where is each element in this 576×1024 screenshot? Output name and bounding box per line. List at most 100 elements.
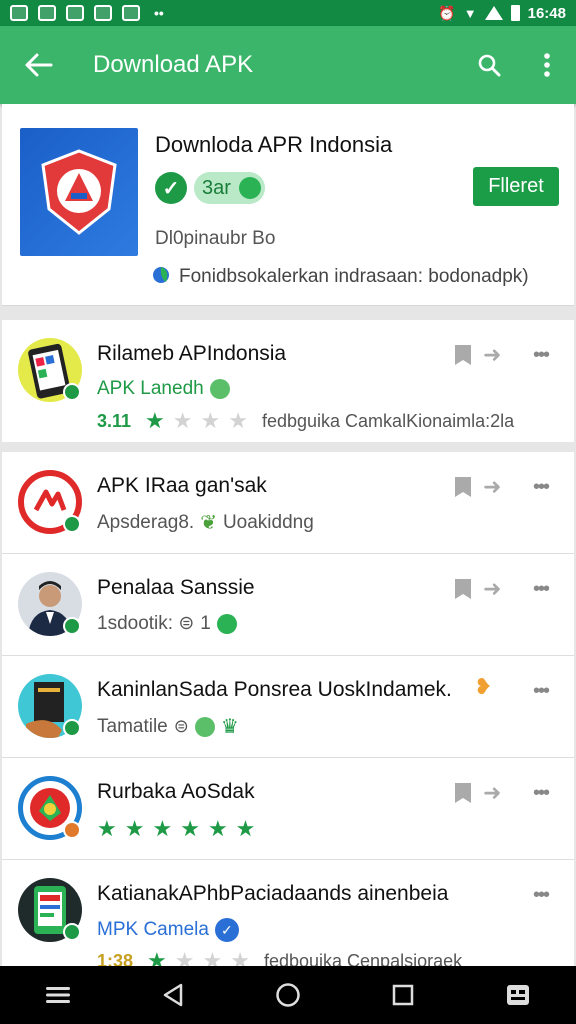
notification-icon xyxy=(122,5,140,21)
list-item[interactable]: APK IRaa gan'sak Apsderag8. ❦ Uoakiddng … xyxy=(2,452,574,554)
nav-extra-button[interactable] xyxy=(488,966,548,1024)
pill-label: 3ar xyxy=(202,176,231,199)
item-secondary-text: 1 xyxy=(200,612,211,634)
nav-home-button[interactable] xyxy=(258,966,318,1024)
star-icon: ★ xyxy=(202,948,223,966)
item-rating-row: 1:38 ★ ★ ★ ★ fedbouika Cenpalsioraek xyxy=(97,948,462,966)
pill-dot-icon xyxy=(238,177,261,199)
notification-icon xyxy=(66,5,84,21)
bookmark-icon[interactable] xyxy=(455,477,471,497)
content-scroll[interactable]: Downloda APR Indonsia ✓ 3ar Flleret Dl0p… xyxy=(0,104,576,966)
search-icon xyxy=(478,54,501,77)
star-icon: ★ xyxy=(145,408,165,433)
star-rating: ★ ★ ★ ★ xyxy=(145,408,248,434)
verified-icon xyxy=(209,379,230,399)
recents-square-icon xyxy=(392,984,414,1006)
featured-description: Fonidbsokalerkan indrasaan: bodonadpk) xyxy=(179,266,529,287)
star-icon: ★ xyxy=(180,816,200,841)
more-horiz-icon[interactable]: ••• xyxy=(533,782,550,805)
notification-icon xyxy=(94,5,112,21)
list-item[interactable]: Penalaa Sanssie 1sdootik: ⊜ 1 ➜ ••• xyxy=(2,554,574,656)
item-rating-row: 3.11 ★ ★ ★ ★ fedbguika CamkalKionaimla:2… xyxy=(97,408,514,434)
featured-app-icon xyxy=(20,128,138,256)
list-item[interactable]: Rurbaka AoSdak ★ ★ ★ ★ ★ ★ ➜ ••• xyxy=(2,758,574,860)
badge-icon xyxy=(63,383,81,401)
search-button[interactable] xyxy=(460,26,518,104)
list-item[interactable]: Rilameb APIndonsia APK Lanedh 3.11 ★ ★ ★… xyxy=(2,320,574,442)
circle-icon: ⊜ xyxy=(173,716,189,736)
notification-icon xyxy=(10,5,28,21)
badge-icon xyxy=(63,719,81,737)
install-button[interactable]: Flleret xyxy=(473,167,559,206)
nav-back-button[interactable] xyxy=(143,966,203,1024)
badge-icon xyxy=(63,821,81,839)
back-button[interactable] xyxy=(0,26,78,104)
keyboard-icon xyxy=(507,985,530,1005)
back-triangle-icon xyxy=(163,983,183,1007)
page-title: Download APK xyxy=(93,51,254,78)
badge-icon xyxy=(63,617,81,635)
featured-meta: Dl0pinaubr Bo xyxy=(155,228,276,249)
overflow-menu-button[interactable] xyxy=(518,26,576,104)
developer-label: Apsderag8. xyxy=(97,511,195,533)
star-icon: ★ xyxy=(228,408,248,433)
developer-label: Tamatile xyxy=(97,715,168,737)
more-horiz-icon[interactable]: ••• xyxy=(533,476,550,499)
badge-icon xyxy=(63,923,81,941)
more-vert-icon xyxy=(544,53,550,77)
clock: 16:48 xyxy=(527,4,566,22)
more-horiz-icon[interactable]: ••• xyxy=(533,884,550,907)
star-icon: ★ xyxy=(207,816,228,841)
star-icon: ★ xyxy=(174,948,195,966)
signal-icon xyxy=(484,6,503,20)
more-notifications: •• xyxy=(154,5,164,21)
star-icon: ★ xyxy=(152,816,173,841)
share-arrow-icon[interactable]: ➜ xyxy=(483,474,501,500)
bird-icon: ❥ xyxy=(474,674,493,699)
more-horiz-icon[interactable]: ••• xyxy=(533,578,550,601)
star-icon: ★ xyxy=(124,816,145,841)
star-rating: ★ ★ ★ ★ ★ ★ xyxy=(97,816,255,842)
home-circle-icon xyxy=(276,983,300,1007)
item-developer: Apsderag8. ❦ Uoakiddng xyxy=(97,510,314,535)
shield-logo-icon xyxy=(41,149,117,235)
share-arrow-icon[interactable]: ➜ xyxy=(483,780,501,806)
share-arrow-icon[interactable]: ➜ xyxy=(483,576,501,602)
star-icon: ★ xyxy=(200,408,221,433)
bookmark-icon[interactable] xyxy=(455,783,471,803)
nav-recents-button[interactable] xyxy=(373,966,433,1024)
item-actions: ➜ xyxy=(455,780,501,806)
battery-icon xyxy=(510,5,520,21)
star-icon: ★ xyxy=(235,816,256,841)
notification-icon xyxy=(38,5,56,21)
item-meta-text: fedbouika Cenpalsioraek xyxy=(263,950,463,967)
system-nav-bar xyxy=(0,966,576,1024)
arrow-left-icon xyxy=(25,53,53,77)
item-developer: Tamatile ⊜ ♛ xyxy=(97,714,239,739)
item-actions: ➜ xyxy=(455,576,501,602)
item-developer: 1sdootik: ⊜ 1 xyxy=(97,612,237,635)
star-icon: ★ xyxy=(172,408,193,433)
item-secondary-text: Uoakiddng xyxy=(222,511,314,533)
item-title: KatianakAPhbPaciadaands ainenbeia xyxy=(97,882,449,905)
bookmark-icon[interactable] xyxy=(455,579,471,599)
star-icon: ★ xyxy=(230,948,250,966)
star-icon: ★ xyxy=(147,948,167,966)
list-item[interactable]: KatianakAPhbPaciadaands ainenbeia MPK Ca… xyxy=(2,860,574,966)
more-horiz-icon[interactable]: ••• xyxy=(533,344,550,367)
share-arrow-icon[interactable]: ➜ xyxy=(483,342,501,368)
crown-icon: ♛ xyxy=(220,716,239,738)
featured-app-title: Downloda APR Indonsia xyxy=(155,132,393,157)
app-bar: Download APK xyxy=(0,26,576,104)
nav-menu-button[interactable] xyxy=(28,966,88,1024)
bookmark-icon[interactable] xyxy=(455,345,471,365)
verified-icon xyxy=(194,716,215,737)
item-actions: ➜ xyxy=(455,474,501,500)
featured-app-card[interactable]: Downloda APR Indonsia ✓ 3ar Flleret Dl0p… xyxy=(2,104,574,306)
section-divider xyxy=(0,306,576,320)
more-horiz-icon[interactable]: ••• xyxy=(533,680,550,703)
item-rating-row: ★ ★ ★ ★ ★ ★ xyxy=(97,816,255,842)
item-developer: APK Lanedh xyxy=(97,378,230,400)
section-divider xyxy=(0,442,576,452)
list-item[interactable]: KaninlanSada Ponsrea UoskIndamek. ❥ Tama… xyxy=(2,656,574,758)
